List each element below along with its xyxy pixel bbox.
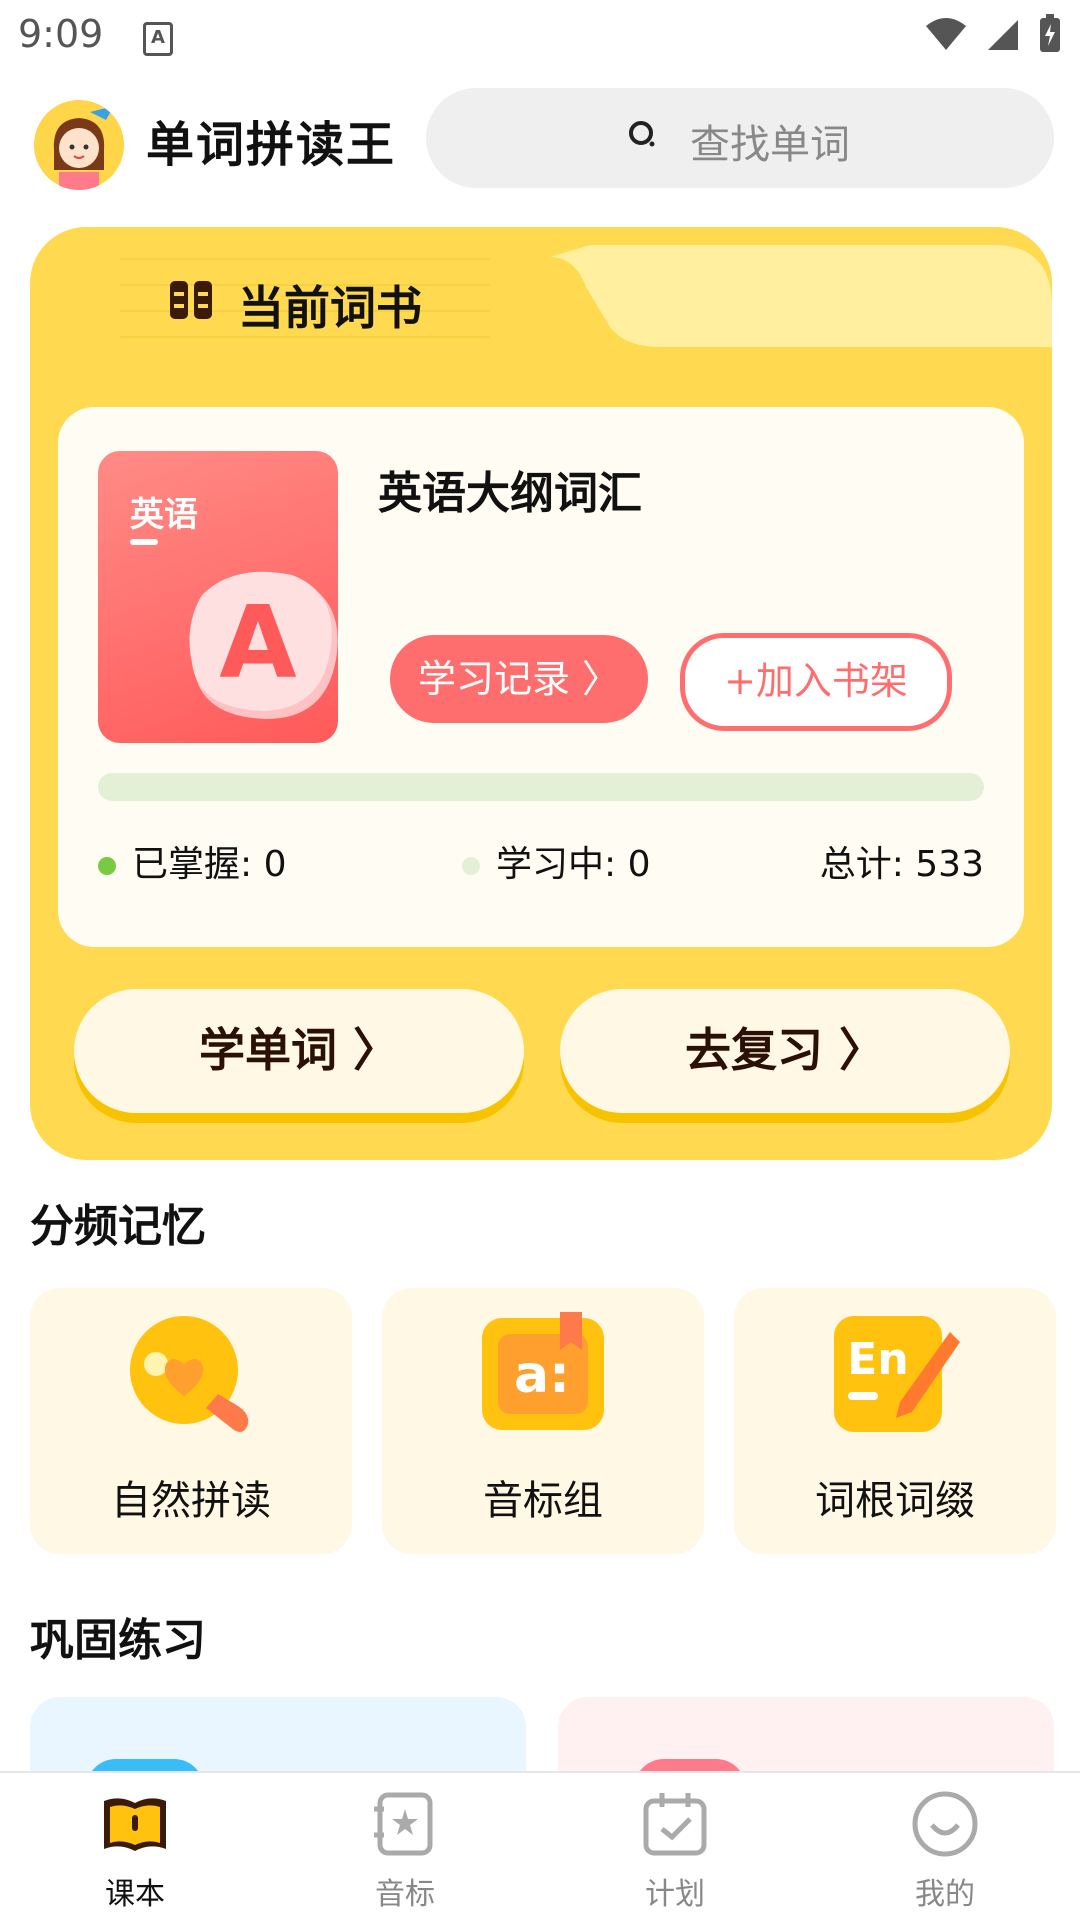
book-icon [104, 1798, 166, 1851]
tab-textbook-label: 课本 [105, 1877, 165, 1912]
book-card: 英语 A 英语大纲词汇 学习记录 〉 +加入书架 已掌握: 0 学习中: 0 总… [58, 407, 1024, 947]
tab-mine[interactable]: 我的 [810, 1773, 1080, 1922]
tab-plan-label: 计划 [645, 1877, 705, 1912]
book-cover[interactable]: 英语 A [98, 451, 338, 743]
smile-icon [912, 1791, 978, 1857]
stat-learning: 学习中: 0 [462, 835, 650, 887]
cover-label: 英语 [130, 495, 198, 535]
app-header: 单词拼读王 查找单词 [0, 85, 1080, 195]
book-name: 英语大纲词汇 [378, 468, 642, 519]
phonics-bulb-icon [130, 1316, 249, 1432]
memory-section-title: 分频记忆 [30, 1201, 206, 1252]
search-icon [629, 121, 655, 147]
progress-bar [98, 773, 984, 801]
add-to-shelf-button[interactable]: +加入书架 [680, 633, 952, 731]
practice-section-title: 巩固练习 [30, 1615, 206, 1666]
current-book-panel: 当前词书 英语 A 英语大纲词汇 学习记录 〉 +加入书架 已掌握: 0 学习中… [30, 227, 1052, 1160]
book-stack-icon [170, 281, 212, 319]
phonetic-card-icon: a: [482, 1312, 604, 1430]
status-time: 9:09 [18, 12, 104, 56]
status-bar: 9:09 A [0, 0, 1080, 72]
learn-words-button[interactable]: 学单词 〉 [74, 989, 524, 1113]
battery-icon [1040, 14, 1060, 52]
go-review-button[interactable]: 去复习 〉 [560, 989, 1010, 1113]
search-bar[interactable]: 查找单词 [426, 88, 1054, 188]
module-phonics-label: 自然拼读 [111, 1478, 271, 1524]
letter-a-icon: A [189, 571, 338, 719]
module-roots-label: 词根词缀 [815, 1478, 975, 1524]
module-phonetic-group[interactable]: a: 音标组 [382, 1288, 704, 1554]
stat-mastered: 已掌握: 0 [98, 835, 286, 887]
cover-letter: A [219, 584, 296, 701]
search-placeholder: 查找单词 [690, 122, 850, 168]
study-record-button[interactable]: 学习记录 〉 [390, 635, 648, 723]
tab-phonetic[interactable]: 音标 [270, 1773, 540, 1922]
en-pencil-icon: En [834, 1316, 960, 1432]
mastered-dot [98, 857, 116, 875]
svg-text:En: En [847, 1334, 908, 1385]
tab-mine-label: 我的 [915, 1877, 975, 1912]
stat-total: 总计: 533 [819, 844, 984, 885]
app-title: 单词拼读王 [146, 117, 397, 173]
tab-phonetic-label: 音标 [375, 1877, 435, 1912]
app-notification-icon: A [143, 22, 173, 56]
signal-icon [988, 20, 1018, 50]
stat-mastered-text: 已掌握: 0 [132, 844, 287, 885]
learning-dot [462, 857, 480, 875]
module-word-roots[interactable]: En 词根词缀 [734, 1288, 1056, 1554]
avatar[interactable] [34, 100, 124, 190]
tab-plan[interactable]: 计划 [540, 1773, 810, 1922]
phonetic-icon [374, 1792, 433, 1856]
svg-text:a:: a: [514, 1345, 570, 1405]
bottom-tab-bar: 课本 音标 计划 我的 [0, 1771, 1080, 1922]
module-phonics[interactable]: 自然拼读 [30, 1288, 352, 1554]
wifi-icon [926, 18, 966, 50]
tab-textbook[interactable]: 课本 [0, 1773, 270, 1922]
stat-learning-text: 学习中: 0 [496, 844, 651, 885]
module-phonetic-label: 音标组 [483, 1478, 603, 1524]
cover-dash [130, 539, 158, 545]
calendar-icon [643, 1793, 707, 1856]
current-book-title: 当前词书 [238, 281, 422, 335]
